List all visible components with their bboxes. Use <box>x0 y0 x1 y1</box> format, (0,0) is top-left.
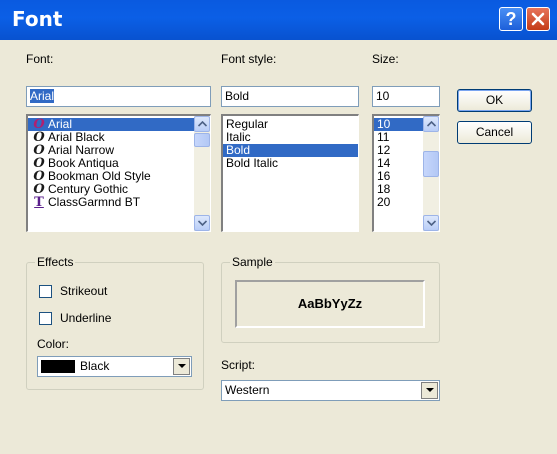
underline-label: Underline <box>60 311 112 325</box>
underline-checkbox[interactable] <box>39 312 52 325</box>
chevron-up-icon <box>427 121 436 127</box>
size-list-item[interactable]: 20 <box>374 196 423 209</box>
font-list-item-label: Book Antiqua <box>48 156 119 170</box>
script-select[interactable]: Western <box>221 380 440 401</box>
close-button[interactable] <box>526 7 550 31</box>
size-input[interactable]: 10 <box>372 86 440 107</box>
font-list-scroll-thumb[interactable] <box>194 133 210 147</box>
font-list-item[interactable]: T ClassGarmnd BT <box>28 195 194 210</box>
font-style-label: Font style: <box>221 52 277 66</box>
ok-button[interactable]: OK <box>457 89 532 112</box>
color-select[interactable]: Black <box>37 356 192 377</box>
size-value: 10 <box>376 89 390 103</box>
font-list-item-label: Arial <box>48 117 73 131</box>
font-list-item-label: Century Gothic <box>48 182 129 196</box>
color-swatch <box>41 360 75 373</box>
font-label: Font: <box>26 52 54 66</box>
font-list-item-label: Arial Narrow <box>48 143 115 157</box>
chevron-down-icon <box>426 388 434 392</box>
font-style-input[interactable]: Bold <box>221 86 359 107</box>
script-dropdown-button[interactable] <box>421 382 438 399</box>
size-label: Size: <box>372 52 399 66</box>
font-style-list[interactable]: Regular Italic Bold Bold Italic <box>221 114 359 232</box>
font-list-item-label: Bookman Old Style <box>48 169 151 183</box>
size-list[interactable]: 10 11 12 14 16 18 20 <box>372 114 440 232</box>
sample-group-label: Sample <box>230 255 275 269</box>
font-list-item-label: ClassGarmnd BT <box>48 195 141 209</box>
sample-preview: AaBbYyZz <box>235 280 425 328</box>
font-list-scrollbar[interactable] <box>194 116 210 231</box>
strikeout-label: Strikeout <box>60 284 108 298</box>
size-list-scroll-thumb[interactable] <box>423 151 439 177</box>
font-list-scroll-up-button[interactable] <box>194 116 210 132</box>
truetype-font-icon: T <box>34 195 44 210</box>
close-icon <box>531 12 545 26</box>
cancel-button[interactable]: Cancel <box>457 121 532 144</box>
strikeout-checkbox[interactable] <box>39 285 52 298</box>
effects-group-label: Effects <box>35 255 76 269</box>
chevron-down-icon <box>178 364 186 368</box>
color-label: Color: <box>37 337 70 351</box>
font-name-input[interactable]: Arial <box>26 86 211 107</box>
title-bar: Font ? <box>0 0 557 40</box>
color-value: Black <box>80 359 110 373</box>
font-name-value: Arial <box>30 89 55 103</box>
script-label: Script: <box>221 358 256 372</box>
color-dropdown-button[interactable] <box>173 358 190 375</box>
size-list-scrollbar[interactable] <box>423 116 439 231</box>
help-button[interactable]: ? <box>499 7 523 31</box>
font-list-scroll-down-button[interactable] <box>194 215 210 231</box>
chevron-down-icon <box>198 220 207 226</box>
font-list-item-label: Arial Black <box>48 130 105 144</box>
window-title: Font <box>12 7 63 31</box>
chevron-up-icon <box>198 121 207 127</box>
font-style-list-item[interactable]: Bold Italic <box>223 157 358 170</box>
size-list-scroll-down-button[interactable] <box>423 215 439 231</box>
font-list[interactable]: O Arial O Arial Black O Arial Narrow O Book Ant… <box>26 114 211 232</box>
script-value: Western <box>225 383 270 397</box>
font-style-value: Bold <box>225 89 250 103</box>
size-list-scroll-up-button[interactable] <box>423 116 439 132</box>
chevron-down-icon <box>427 220 436 226</box>
help-icon: ? <box>505 9 517 29</box>
